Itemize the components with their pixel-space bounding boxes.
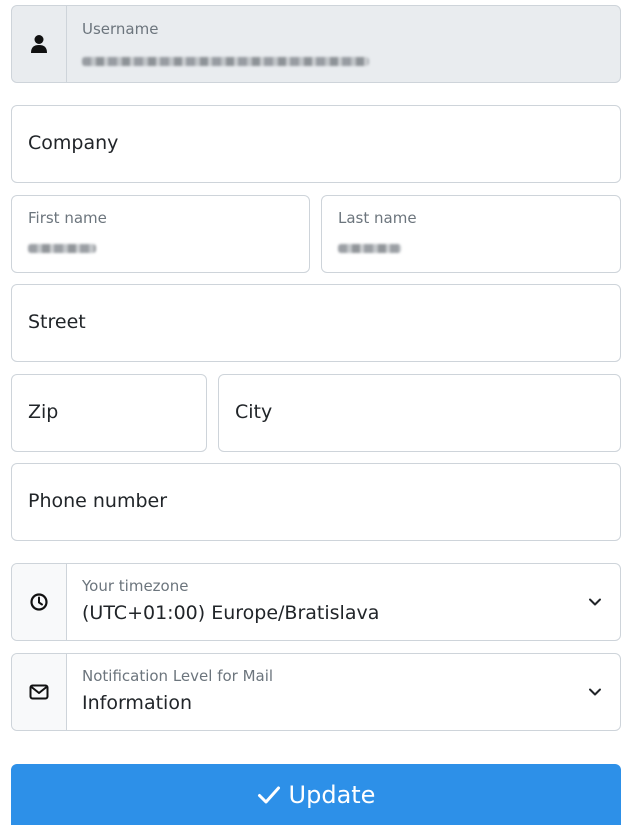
user-icon — [31, 35, 47, 53]
username-field: Username — [11, 5, 621, 83]
username-value-redacted — [82, 57, 369, 66]
last-name-label: Last name — [338, 209, 417, 227]
zip-field[interactable]: Zip — [11, 374, 207, 452]
update-button[interactable]: Update — [11, 764, 621, 825]
city-label: City — [235, 401, 273, 423]
last-name-field[interactable]: Last name — [321, 195, 621, 273]
notification-level-select[interactable]: Notification Level for Mail Information — [11, 653, 621, 731]
zip-label: Zip — [28, 401, 59, 423]
envelope-icon — [29, 684, 49, 700]
phone-field[interactable]: Phone number — [11, 463, 621, 541]
chevron-down-icon — [589, 598, 601, 606]
chevron-down-icon — [589, 688, 601, 696]
update-button-label: Update — [288, 780, 376, 809]
notification-addon — [12, 654, 67, 730]
company-field[interactable]: Company — [11, 105, 621, 183]
city-field[interactable]: City — [218, 374, 621, 452]
username-addon — [12, 6, 67, 82]
first-name-label: First name — [28, 209, 107, 227]
street-field[interactable]: Street — [11, 284, 621, 362]
street-label: Street — [28, 311, 86, 333]
first-name-field[interactable]: First name — [11, 195, 310, 273]
timezone-value: (UTC+01:00) Europe/Bratislava — [82, 602, 380, 624]
username-label: Username — [82, 20, 159, 38]
timezone-addon — [12, 564, 67, 640]
clock-icon — [30, 593, 48, 611]
notification-value: Information — [82, 692, 192, 714]
last-name-value-redacted — [338, 244, 401, 253]
first-name-value-redacted — [28, 244, 96, 253]
phone-label: Phone number — [28, 490, 168, 512]
company-label: Company — [28, 132, 119, 154]
timezone-label: Your timezone — [82, 577, 189, 595]
timezone-select[interactable]: Your timezone (UTC+01:00) Europe/Bratisl… — [11, 563, 621, 641]
check-icon — [257, 786, 280, 803]
notification-label: Notification Level for Mail — [82, 667, 274, 685]
